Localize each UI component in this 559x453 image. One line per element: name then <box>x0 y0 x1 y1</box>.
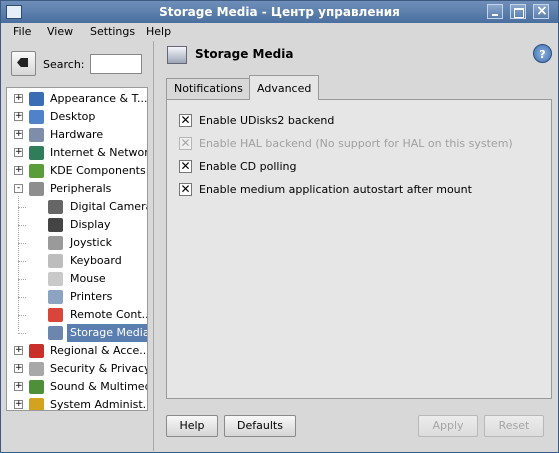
expand-icon[interactable]: + <box>14 382 23 391</box>
display-icon <box>48 218 63 232</box>
flag-icon <box>29 344 44 358</box>
tree-item-label: Storage Media <box>67 324 147 342</box>
tree-item-label: Regional & Acce... <box>50 344 148 357</box>
tree-branch-line <box>18 297 26 298</box>
desktop-icon <box>29 110 44 124</box>
help-button[interactable]: Help <box>166 415 218 437</box>
tree-item-label: Mouse <box>70 272 106 285</box>
hal-label: Enable HAL backend (No support for HAL o… <box>199 137 513 150</box>
close-button[interactable] <box>533 3 549 19</box>
page-title: Storage Media <box>195 47 294 61</box>
key-icon <box>29 362 44 376</box>
collapse-icon[interactable]: - <box>14 184 23 193</box>
appearance-icon <box>29 92 44 106</box>
globe-icon <box>29 146 44 160</box>
expand-icon[interactable]: + <box>14 112 23 121</box>
hardware-icon <box>29 128 44 142</box>
camera-icon <box>48 200 63 214</box>
components-icon <box>29 164 44 178</box>
minimize-button[interactable] <box>487 4 503 19</box>
tab-notifications[interactable]: Notifications <box>166 78 251 99</box>
maximize-button[interactable] <box>510 4 526 19</box>
expand-icon[interactable]: + <box>14 400 23 409</box>
expand-icon[interactable]: + <box>14 130 23 139</box>
udisks2-checkbox[interactable]: ✕ <box>179 114 192 127</box>
tree-item-label: Remote Cont... <box>70 308 148 321</box>
tree-guide-line <box>18 196 19 331</box>
panel-splitter[interactable] <box>153 41 158 451</box>
peripherals-icon <box>29 182 44 196</box>
printer-icon <box>48 290 63 304</box>
tree-branch-line <box>18 333 26 334</box>
mouse-icon <box>48 272 63 286</box>
storage-media-icon <box>48 326 63 340</box>
whats-this-help-icon[interactable]: ? <box>533 44 552 63</box>
tree-item-label: Digital Camera <box>70 200 148 213</box>
keyboard-icon <box>48 254 63 268</box>
module-tree[interactable]: + Appearance & T... + Desktop + Hardware + Inte… <box>6 87 148 411</box>
tree-item-label: Appearance & T... <box>50 92 148 105</box>
advanced-tab-panel: ✕ Enable UDisks2 backend ✕ Enable HAL ba… <box>166 99 552 399</box>
cd-polling-checkbox[interactable]: ✕ <box>179 160 192 173</box>
tab-advanced[interactable]: Advanced <box>249 75 320 100</box>
search-input[interactable] <box>90 54 142 74</box>
title-bar[interactable]: Storage Media - Центр управления <box>1 1 558 23</box>
tree-item-label: System Administ... <box>50 398 148 411</box>
tree-item-label: Hardware <box>50 128 104 141</box>
tree-item-label: Security & Privacy <box>50 362 148 375</box>
tree-branch-line <box>18 207 26 208</box>
autostart-checkbox[interactable]: ✕ <box>179 183 192 196</box>
control-center-window: Storage Media - Центр управления File Vi… <box>0 0 559 453</box>
tree-branch-line <box>18 279 26 280</box>
menu-view[interactable]: View <box>47 25 73 38</box>
search-label: Search: <box>43 58 85 71</box>
expand-icon[interactable]: + <box>14 94 23 103</box>
expand-icon[interactable]: + <box>14 166 23 175</box>
hal-checkbox: ✕ <box>179 136 192 150</box>
tree-item-label: Printers <box>70 290 113 303</box>
tree-item-label: Internet & Network <box>50 146 148 159</box>
expand-icon[interactable]: + <box>14 346 23 355</box>
expand-icon[interactable]: + <box>14 148 23 157</box>
autostart-label: Enable medium application autostart afte… <box>199 183 472 196</box>
udisks2-label: Enable UDisks2 backend <box>199 114 335 127</box>
window-title: Storage Media - Центр управления <box>159 5 400 19</box>
tree-branch-line <box>18 315 26 316</box>
tree-item-label: Desktop <box>50 110 96 123</box>
tree-branch-line <box>18 261 26 262</box>
remote-control-icon <box>48 308 63 322</box>
apply-button[interactable]: Apply <box>418 415 478 437</box>
defaults-button[interactable]: Defaults <box>224 415 296 437</box>
expand-icon[interactable]: + <box>14 364 23 373</box>
tree-item-label: Display <box>70 218 111 231</box>
menu-settings[interactable]: Settings <box>90 25 135 38</box>
tree-branch-line <box>18 225 26 226</box>
tree-item-label: Peripherals <box>50 182 112 195</box>
clear-search-button[interactable] <box>11 51 36 76</box>
joystick-icon <box>48 236 63 250</box>
storage-media-icon <box>167 46 187 64</box>
menu-file[interactable]: File <box>13 25 31 38</box>
system-admin-icon <box>29 398 44 410</box>
cd-polling-label: Enable CD polling <box>199 160 297 173</box>
menu-help[interactable]: Help <box>146 25 171 38</box>
tree-item-label: Keyboard <box>70 254 122 267</box>
reset-button[interactable]: Reset <box>484 415 544 437</box>
sound-icon <box>29 380 44 394</box>
menu-bar: File View Settings Help <box>1 23 558 41</box>
sidebar-search-area: Search: <box>1 41 153 87</box>
tree-item-label: Sound & Multimedia <box>50 380 147 393</box>
tree-item-label: KDE Components <box>50 164 146 177</box>
tree-item-label: Joystick <box>70 236 113 249</box>
tree-branch-line <box>18 243 26 244</box>
